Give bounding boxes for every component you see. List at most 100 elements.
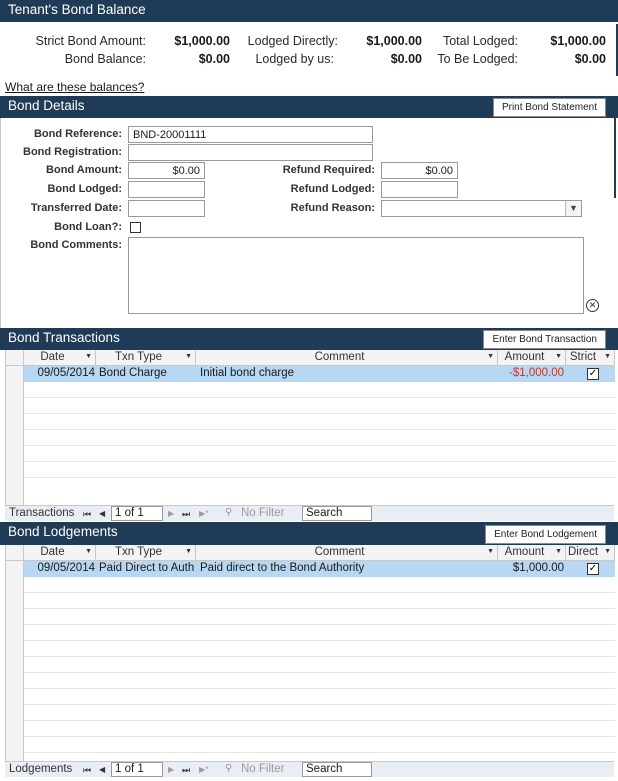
lodgements-record-navigator: Lodgements ⏮ ◀ 1 of 1 ▶ ⏭ ▶* ⚲ No Filter…: [5, 761, 614, 777]
bond-reference-field[interactable]: BND-20001111: [128, 126, 373, 143]
bond-summary: Strict Bond Amount: $1,000.00 Bond Balan…: [0, 24, 618, 76]
cell-amount: $1,000.00: [512, 562, 564, 574]
bond-details-header: Bond Details Print Bond Statement: [0, 96, 618, 118]
new-record-icon[interactable]: ▶*: [199, 509, 208, 518]
form-left-border: [0, 118, 1, 328]
bond-balance-label: Bond Balance:: [64, 52, 146, 66]
bond-comments-textarea[interactable]: [128, 237, 584, 314]
chevron-down-icon[interactable]: ▼: [555, 548, 562, 555]
empty-row[interactable]: [24, 430, 615, 446]
cell-amount: -$1,000.00: [509, 367, 564, 379]
empty-row[interactable]: [24, 705, 615, 721]
empty-row[interactable]: [24, 382, 615, 398]
lodged-by-us-label: Lodged by us:: [255, 52, 334, 66]
empty-row[interactable]: [24, 446, 615, 462]
strict-bond-amount-value: $1,000.00: [174, 34, 230, 48]
last-record-icon[interactable]: ⏭: [182, 509, 190, 520]
chevron-down-icon[interactable]: ▼: [85, 353, 92, 360]
bond-amount-field[interactable]: $0.00: [128, 162, 205, 179]
row-selector-column[interactable]: [6, 366, 24, 505]
empty-row[interactable]: [24, 462, 615, 478]
enter-bond-transaction-button[interactable]: Enter Bond Transaction: [483, 330, 606, 349]
balances-help-link[interactable]: What are these balances?: [5, 80, 144, 94]
refund-required-field[interactable]: $0.00: [381, 162, 458, 179]
table-row[interactable]: 09/05/2014 Bond Charge Initial bond char…: [24, 366, 615, 382]
next-record-icon[interactable]: ▶: [168, 765, 174, 774]
current-record-field[interactable]: 1 of 1: [111, 762, 163, 777]
column-header-txn-type[interactable]: Txn Type ▼: [96, 545, 196, 561]
cell-date: 09/05/2014: [37, 367, 95, 379]
enter-bond-lodgement-button[interactable]: Enter Bond Lodgement: [485, 525, 606, 544]
print-bond-statement-button[interactable]: Print Bond Statement: [492, 98, 606, 117]
filter-icon: ⚲: [225, 763, 233, 774]
column-header-strict[interactable]: Strict ▼: [566, 350, 615, 366]
column-header-direct[interactable]: Direct ▼: [566, 545, 615, 561]
bond-lodgements-title: Bond Lodgements: [8, 524, 118, 539]
cell-txn-type: Paid Direct to Auth: [99, 562, 195, 574]
empty-row[interactable]: [24, 657, 615, 673]
tenant-bond-balance-title: Tenant's Bond Balance: [8, 2, 146, 17]
to-be-lodged-label: To Be Lodged:: [437, 52, 518, 66]
column-header-comment[interactable]: Comment ▼: [196, 545, 498, 561]
empty-row[interactable]: [24, 721, 615, 737]
current-record-field[interactable]: 1 of 1: [111, 506, 163, 521]
column-selector-header[interactable]: [6, 545, 24, 561]
chevron-down-icon[interactable]: ▼: [185, 548, 192, 555]
empty-row[interactable]: [24, 398, 615, 414]
bond-amount-label: Bond Amount:: [46, 164, 122, 176]
bond-lodged-field[interactable]: [128, 181, 205, 198]
empty-row[interactable]: [24, 609, 615, 625]
tenant-bond-balance-header: Tenant's Bond Balance: [0, 0, 618, 22]
bond-registration-field[interactable]: [128, 144, 373, 161]
transactions-record-navigator: Transactions ⏮ ◀ 1 of 1 ▶ ⏭ ▶* ⚲ No Filt…: [5, 505, 614, 521]
chevron-down-icon[interactable]: ▼: [555, 353, 562, 360]
refund-lodged-field[interactable]: [381, 181, 458, 198]
empty-row[interactable]: [24, 737, 615, 753]
bond-loan-checkbox[interactable]: [130, 222, 141, 233]
column-header-date[interactable]: Date ▼: [24, 545, 96, 561]
empty-row[interactable]: [24, 625, 615, 641]
empty-row[interactable]: [24, 689, 615, 705]
chevron-down-icon[interactable]: ▼: [487, 548, 494, 555]
first-record-icon[interactable]: ⏮: [83, 765, 91, 776]
empty-row[interactable]: [24, 641, 615, 657]
no-filter-button[interactable]: No Filter: [241, 507, 284, 519]
next-record-icon[interactable]: ▶: [168, 509, 174, 518]
row-selector-column[interactable]: [6, 561, 24, 761]
table-row[interactable]: 09/05/2014 Paid Direct to Auth Paid dire…: [24, 561, 615, 577]
column-header-amount[interactable]: Amount ▼: [498, 545, 566, 561]
direct-checkbox[interactable]: ✓: [587, 563, 599, 575]
column-header-date[interactable]: Date ▼: [24, 350, 96, 366]
chevron-down-icon[interactable]: ▼: [604, 548, 611, 555]
empty-row[interactable]: [24, 593, 615, 609]
transferred-date-field[interactable]: [128, 200, 205, 217]
column-selector-header[interactable]: [6, 350, 24, 366]
previous-record-icon[interactable]: ◀: [99, 765, 105, 774]
lodgements-grid: Date ▼ Txn Type ▼ Comment ▼ Amount ▼ Direct ▼…: [5, 545, 615, 761]
chevron-down-icon[interactable]: ▼: [85, 548, 92, 555]
empty-row[interactable]: [24, 577, 615, 593]
empty-row[interactable]: [24, 414, 615, 430]
strict-checkbox[interactable]: ✓: [587, 368, 599, 380]
search-input[interactable]: Search: [302, 762, 372, 777]
column-header-amount[interactable]: Amount ▼: [498, 350, 566, 366]
chevron-down-icon[interactable]: ▼: [185, 353, 192, 360]
chevron-down-icon[interactable]: ▼: [487, 353, 494, 360]
bond-comments-resize-icon[interactable]: ✕: [586, 299, 599, 312]
column-header-txn-type[interactable]: Txn Type ▼: [96, 350, 196, 366]
refund-reason-select[interactable]: ▼: [381, 200, 582, 217]
first-record-icon[interactable]: ⏮: [83, 509, 91, 520]
previous-record-icon[interactable]: ◀: [99, 509, 105, 518]
bond-details-title: Bond Details: [8, 98, 85, 113]
search-input[interactable]: Search: [302, 506, 372, 521]
refund-lodged-label: Refund Lodged:: [290, 183, 375, 195]
last-record-icon[interactable]: ⏭: [182, 765, 190, 776]
empty-row[interactable]: [24, 673, 615, 689]
cell-date: 09/05/2014: [37, 562, 95, 574]
no-filter-button[interactable]: No Filter: [241, 763, 284, 775]
chevron-down-icon[interactable]: ▼: [565, 201, 581, 216]
lodged-directly-value: $1,000.00: [366, 34, 422, 48]
chevron-down-icon[interactable]: ▼: [604, 353, 611, 360]
new-record-icon[interactable]: ▶*: [199, 765, 208, 774]
column-header-comment[interactable]: Comment ▼: [196, 350, 498, 366]
